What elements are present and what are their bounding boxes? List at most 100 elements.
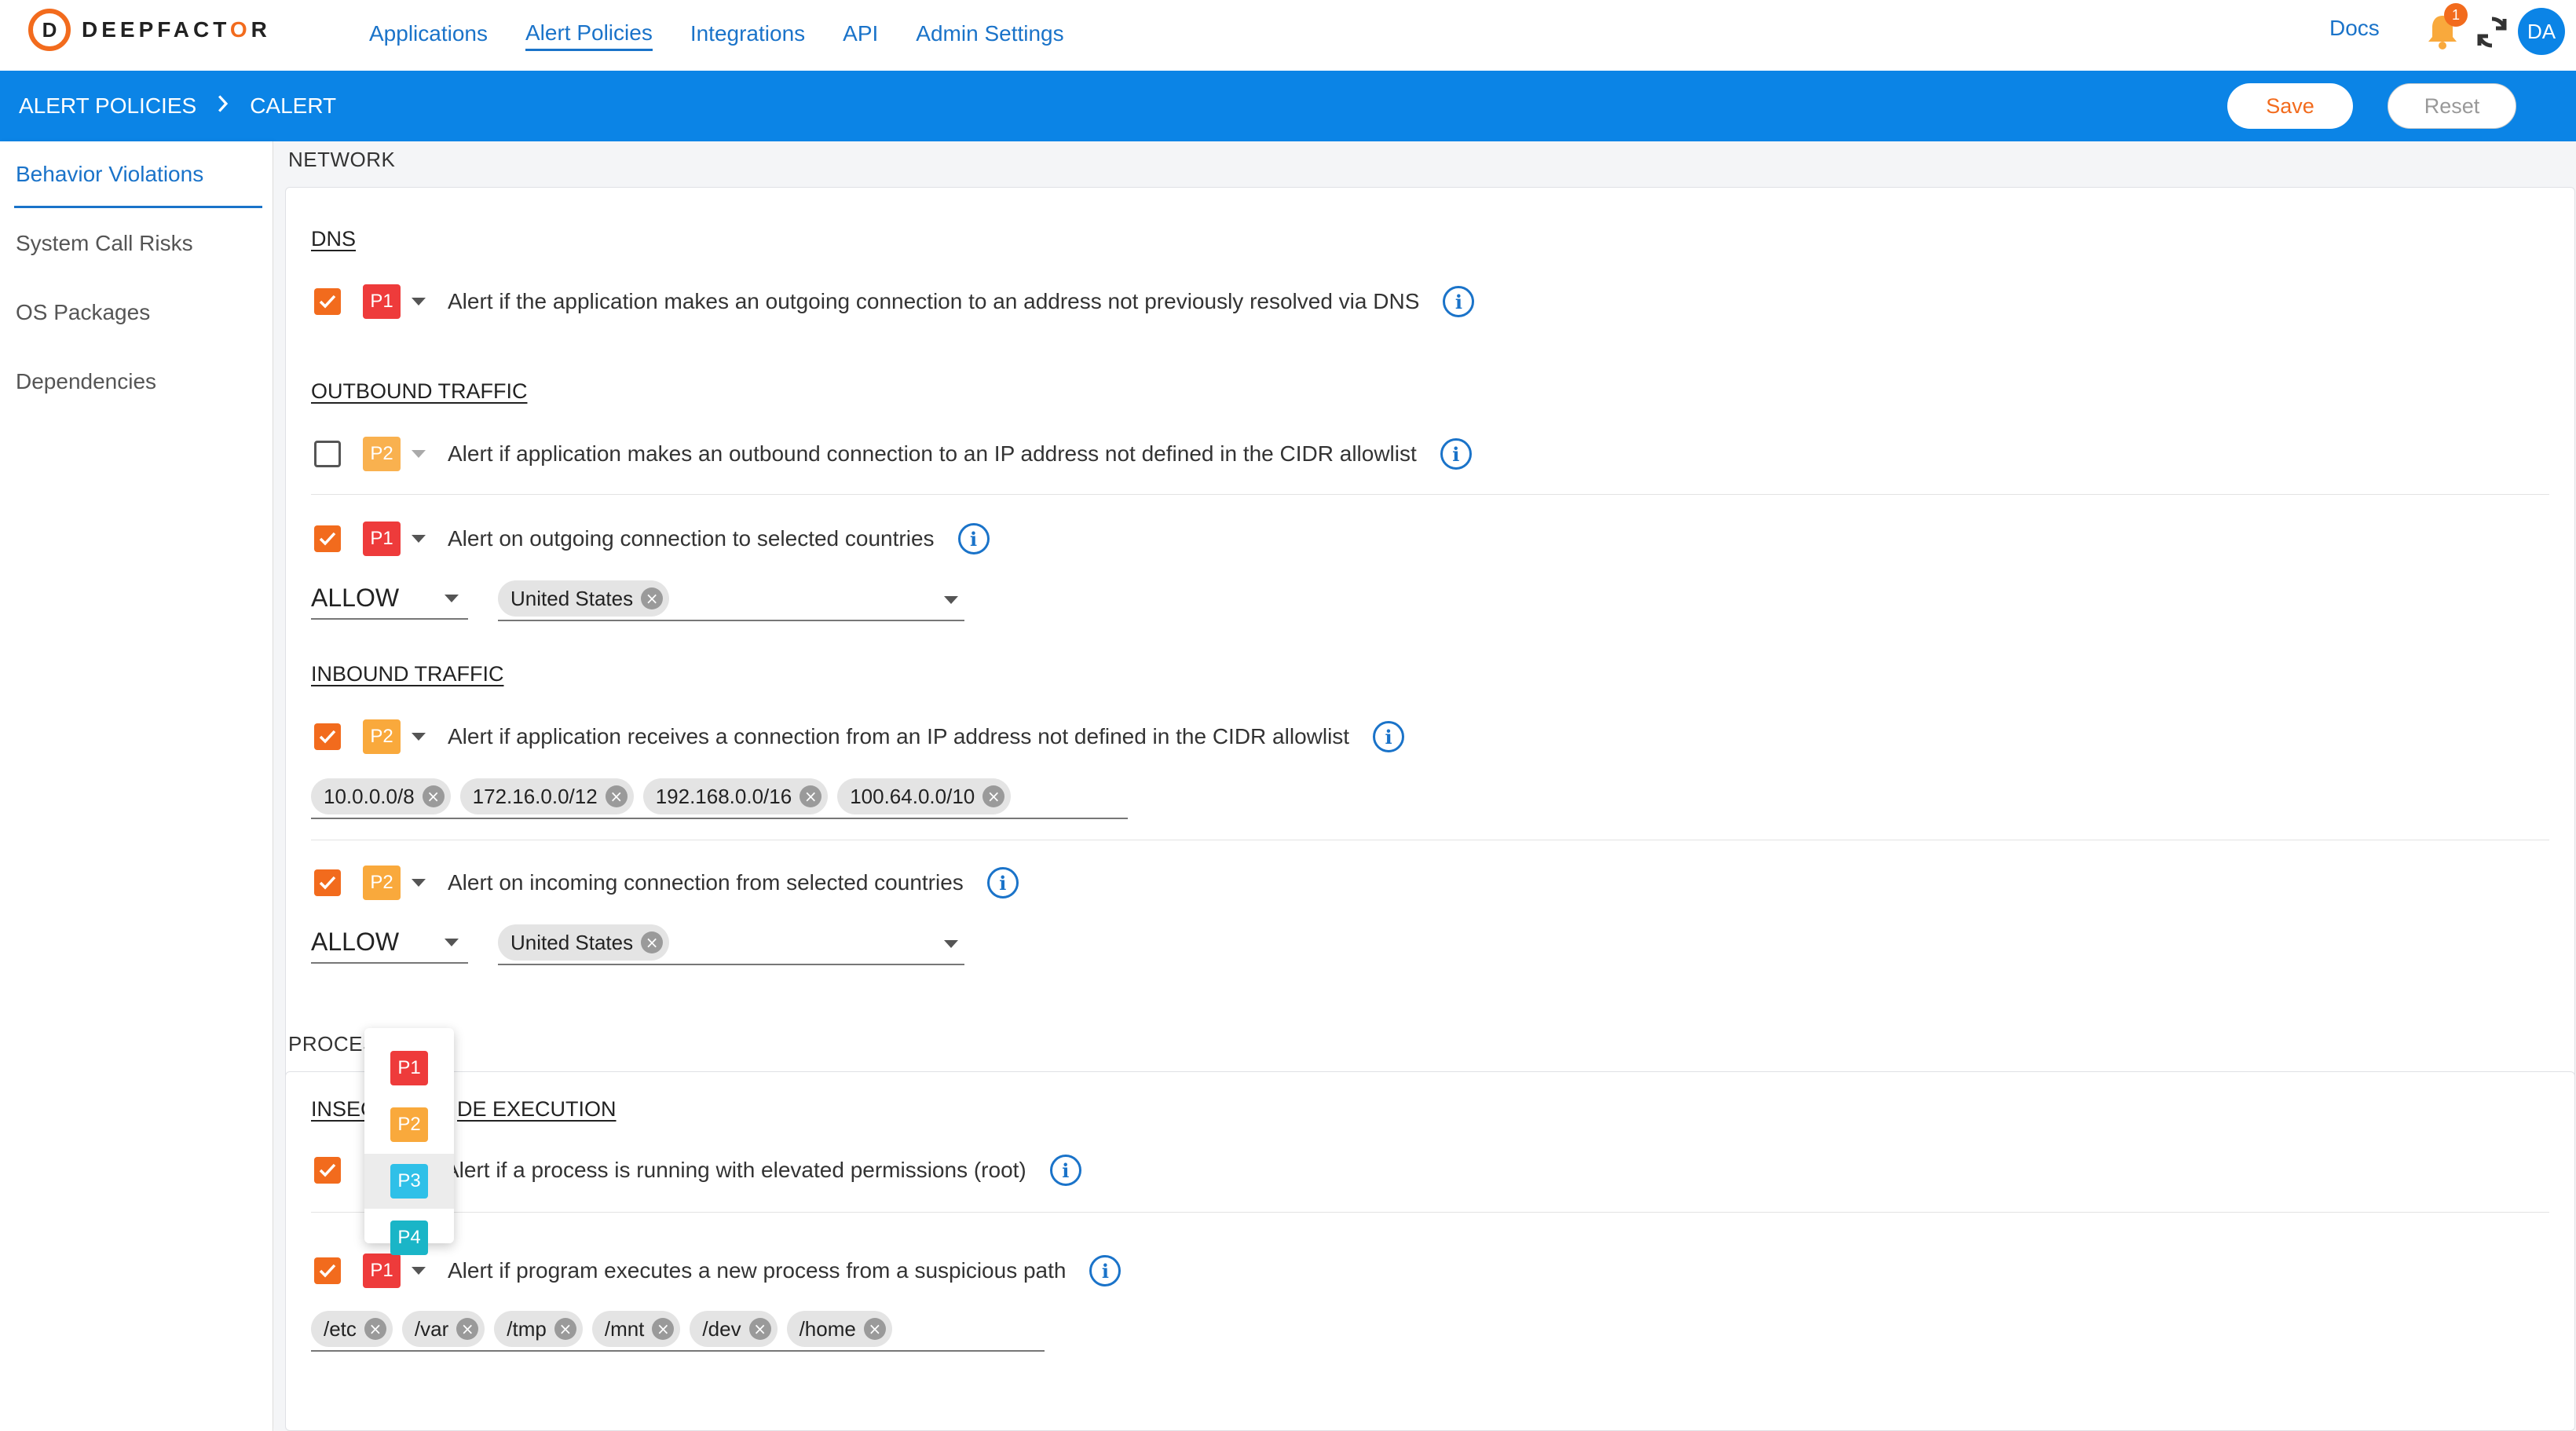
close-icon[interactable]: × — [456, 1318, 479, 1340]
path-chip: /tmp × — [494, 1311, 583, 1347]
check-icon — [319, 1264, 336, 1278]
nav-integrations[interactable]: Integrations — [690, 21, 805, 49]
rule-checkbox[interactable] — [314, 525, 341, 552]
close-icon[interactable]: × — [554, 1318, 576, 1340]
priority-dropdown-caret-icon[interactable] — [412, 1267, 426, 1275]
info-icon[interactable]: i — [957, 523, 990, 554]
rule-description: Alert if program executes a new process … — [448, 1258, 1067, 1283]
reset-button[interactable]: Reset — [2388, 83, 2516, 129]
chevron-down-icon — [944, 940, 958, 948]
close-icon[interactable]: × — [641, 587, 664, 609]
top-navigation: D DEEPFACTOR Applications Alert Policies… — [0, 0, 2576, 71]
main-nav: Applications Alert Policies Integrations… — [369, 0, 1102, 71]
save-button[interactable]: Save — [2227, 83, 2353, 129]
priority-dropdown-caret-icon[interactable] — [412, 733, 426, 741]
close-icon[interactable]: × — [800, 785, 822, 807]
info-icon[interactable]: i — [1049, 1155, 1081, 1186]
inbound-mode-select[interactable]: ALLOW — [311, 921, 468, 964]
logo-text: DEEPFACTOR — [82, 17, 271, 42]
path-chip: /home × — [786, 1311, 892, 1347]
close-icon[interactable]: × — [652, 1318, 675, 1340]
rule-checkbox[interactable] — [314, 723, 341, 750]
priority-option-p3[interactable]: P3 — [364, 1154, 454, 1209]
rule-description: Alert if application receives a connecti… — [448, 724, 1350, 748]
sidebar-item-behavior-violations[interactable]: Behavior Violations — [16, 162, 203, 187]
priority-badge[interactable]: P2 — [363, 719, 401, 754]
sidebar-item-system-call-risks[interactable]: System Call Risks — [16, 231, 193, 256]
path-chip: /dev × — [690, 1311, 778, 1347]
nav-applications[interactable]: Applications — [369, 21, 488, 49]
rule-row-inbound-cidr: P2 Alert if application receives a conne… — [314, 717, 1405, 756]
close-icon[interactable]: × — [982, 785, 1005, 807]
group-title-outbound-traffic: OUTBOUND TRAFFIC — [311, 379, 528, 403]
priority-badge[interactable]: P1 — [363, 284, 401, 319]
rule-description: Alert if a process is running with eleva… — [445, 1158, 1026, 1182]
nav-admin-settings[interactable]: Admin Settings — [916, 21, 1063, 49]
path-chip: /etc × — [311, 1311, 393, 1347]
info-icon[interactable]: i — [986, 867, 1019, 898]
notification-badge: 1 — [2444, 3, 2468, 27]
inbound-cidr-field[interactable]: 10.0.0.0/8 × 172.16.0.0/12 × 192.168.0.0/1… — [311, 775, 1128, 819]
info-icon[interactable]: i — [1373, 721, 1405, 752]
sidebar-item-os-packages[interactable]: OS Packages — [16, 300, 150, 325]
priority-dropdown-caret-icon[interactable] — [412, 298, 426, 306]
priority-badge[interactable]: P2 — [363, 866, 401, 900]
deepfactor-logo[interactable]: D DEEPFACTOR — [28, 9, 271, 51]
priority-dropdown-caret-icon[interactable] — [412, 879, 426, 887]
rule-row-inbound-countries: P2 Alert on incoming connection from sel… — [314, 863, 1019, 902]
nav-alert-policies[interactable]: Alert Policies — [525, 20, 653, 51]
close-icon[interactable]: × — [364, 1318, 386, 1340]
country-chip: United States × — [498, 580, 670, 617]
close-icon[interactable]: × — [641, 931, 664, 953]
rule-description: Alert if application makes an outbound c… — [448, 441, 1417, 466]
priority-option-p4[interactable]: P4 — [364, 1210, 454, 1265]
rule-description: Alert on incoming connection from select… — [448, 870, 964, 895]
close-icon[interactable]: × — [422, 785, 445, 807]
breadcrumb-alert-policies[interactable]: ALERT POLICIES — [19, 93, 196, 119]
priority-option-p2[interactable]: P2 — [364, 1097, 454, 1152]
sidebar-item-dependencies[interactable]: Dependencies — [16, 369, 156, 394]
sync-icon[interactable] — [2474, 14, 2510, 50]
rule-checkbox[interactable] — [314, 1157, 341, 1184]
close-icon[interactable]: × — [863, 1318, 886, 1340]
check-icon — [319, 876, 336, 890]
rule-checkbox[interactable] — [314, 1257, 341, 1284]
check-icon — [319, 295, 336, 309]
rule-checkbox[interactable] — [314, 441, 341, 467]
check-icon — [319, 730, 336, 744]
path-chip: /var × — [401, 1311, 485, 1347]
path-chip: /mnt × — [591, 1311, 681, 1347]
breadcrumb-current: CALERT — [250, 93, 337, 118]
priority-dropdown-caret-icon[interactable] — [412, 450, 426, 458]
priority-badge[interactable]: P2 — [363, 437, 401, 471]
divider — [311, 1212, 2549, 1213]
chevron-down-icon — [944, 596, 958, 604]
chevron-right-icon — [217, 93, 229, 119]
rule-description: Alert if the application makes an outgoi… — [448, 289, 1420, 313]
priority-dropdown-menu: P1 P2 P3 P4 — [364, 1028, 454, 1255]
priority-option-p1[interactable]: P1 — [364, 1041, 454, 1096]
info-icon[interactable]: i — [1440, 438, 1472, 470]
user-avatar[interactable]: DA — [2518, 8, 2565, 55]
close-icon[interactable]: × — [748, 1318, 771, 1340]
priority-badge[interactable]: P1 — [363, 522, 401, 556]
info-icon[interactable]: i — [1089, 1255, 1122, 1286]
inbound-countries-field[interactable]: United States × — [498, 921, 964, 965]
docs-link[interactable]: Docs — [2329, 16, 2380, 41]
cidr-chip: 100.64.0.0/10 × — [837, 778, 1012, 814]
nav-api[interactable]: API — [843, 21, 878, 49]
close-icon[interactable]: × — [605, 785, 628, 807]
rule-checkbox[interactable] — [314, 288, 341, 315]
outbound-mode-select[interactable]: ALLOW — [311, 577, 468, 620]
info-icon[interactable]: i — [1443, 286, 1475, 317]
divider — [311, 494, 2549, 495]
outbound-countries-field[interactable]: United States × — [498, 577, 964, 621]
priority-dropdown-caret-icon[interactable] — [412, 535, 426, 543]
rule-checkbox[interactable] — [314, 869, 341, 896]
group-title-inbound-traffic: INBOUND TRAFFIC — [311, 662, 504, 686]
cidr-chip: 172.16.0.0/12 × — [459, 778, 634, 814]
suspicious-paths-field[interactable]: /etc × /var × /tmp × /mnt × /dev × /home × — [311, 1308, 1045, 1352]
breadcrumb: ALERT POLICIES CALERT — [19, 71, 336, 141]
country-chip: United States × — [498, 924, 670, 961]
check-icon — [319, 1163, 336, 1177]
